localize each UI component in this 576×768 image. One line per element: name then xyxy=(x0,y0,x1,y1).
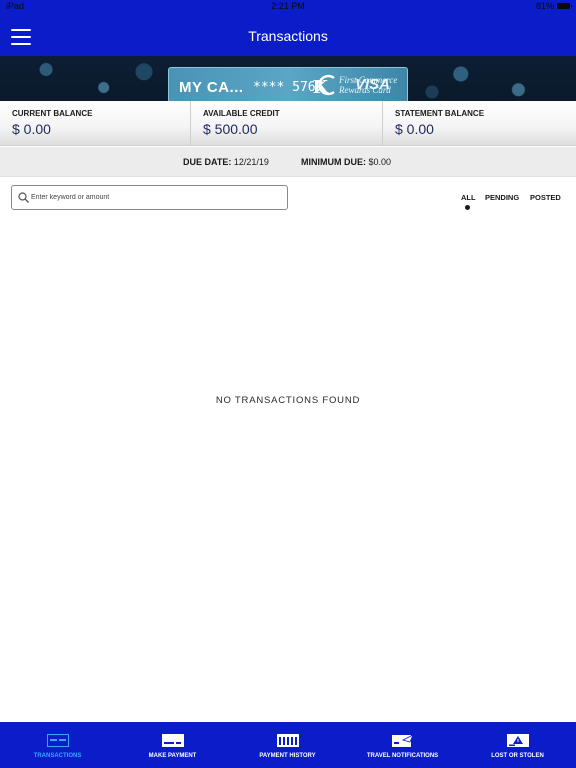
search-box[interactable] xyxy=(11,185,288,210)
battery-percent: 81% xyxy=(535,1,554,11)
page-title: Transactions xyxy=(248,28,328,44)
tab-make-payment[interactable]: MAKE PAYMENT xyxy=(115,722,230,768)
empty-state-message: NO TRANSACTIONS FOUND xyxy=(215,395,361,406)
current-balance-value: $ 0.00 xyxy=(12,121,51,137)
lost-or-stolen-icon xyxy=(507,734,529,747)
tab-label: TRAVEL NOTIFICATIONS xyxy=(366,753,439,759)
visa-logo: VISA xyxy=(355,76,391,93)
tab-travel-notifications[interactable]: TRAVEL NOTIFICATIONS xyxy=(345,722,460,768)
tab-label: LOST OR STOLEN xyxy=(491,753,544,759)
available-credit-label: AVAILABLE CREDIT xyxy=(203,109,280,118)
due-date-value: 12/21/19 xyxy=(233,157,269,167)
filter-posted[interactable]: POSTED xyxy=(530,193,561,202)
status-time: 2:21 PM xyxy=(271,1,305,11)
selected-filter-indicator xyxy=(465,205,470,210)
status-bar: iPad 2:21 PM 81% xyxy=(0,0,576,14)
search-input[interactable] xyxy=(31,189,281,206)
due-date: DUE DATE: 12/21/19 xyxy=(183,157,269,167)
tab-lost-or-stolen[interactable]: LOST OR STOLEN xyxy=(460,722,575,768)
available-credit-value: $ 500.00 xyxy=(203,121,258,137)
tab-label: TRANSACTIONS xyxy=(33,753,82,759)
card-selector[interactable]: MY CA... **** 5767 K First Commerce Rewa… xyxy=(168,67,408,101)
statement-balance-value: $ 0.00 xyxy=(395,121,434,137)
due-info-row: DUE DATE: 12/21/19 MINIMUM DUE: $0.00 xyxy=(0,147,576,177)
balances-row: CURRENT BALANCE $ 0.00 AVAILABLE CREDIT … xyxy=(0,101,576,146)
filter-pending[interactable]: PENDING xyxy=(485,193,519,202)
minimum-due: MINIMUM DUE: $0.00 xyxy=(301,157,391,167)
travel-notifications-icon xyxy=(392,734,414,747)
current-balance-label: CURRENT BALANCE xyxy=(12,109,93,118)
bottom-tab-bar: TRANSACTIONS MAKE PAYMENT PAYMENT HISTOR… xyxy=(0,722,576,768)
transactions-icon xyxy=(47,734,69,747)
minimum-due-label: MINIMUM DUE: xyxy=(301,157,366,167)
payment-history-icon xyxy=(277,734,299,747)
card-name: MY CA... xyxy=(179,79,244,96)
tab-payment-history[interactable]: PAYMENT HISTORY xyxy=(230,722,345,768)
search-icon xyxy=(18,192,29,203)
minimum-due-value: $0.00 xyxy=(368,157,392,167)
tab-transactions[interactable]: TRANSACTIONS xyxy=(0,722,115,768)
tab-label: MAKE PAYMENT xyxy=(148,753,197,759)
due-date-label: DUE DATE: xyxy=(183,157,232,167)
tab-label: PAYMENT HISTORY xyxy=(259,753,316,759)
filter-all[interactable]: ALL xyxy=(461,193,476,202)
make-payment-icon xyxy=(162,734,184,747)
statement-balance: STATEMENT BALANCE $ 0.00 xyxy=(383,101,576,146)
statement-balance-label: STATEMENT BALANCE xyxy=(395,109,485,118)
kc-logo-icon: K xyxy=(313,74,335,97)
current-balance: CURRENT BALANCE $ 0.00 xyxy=(0,101,191,146)
top-app-bar: iPad 2:21 PM 81% Transactions xyxy=(0,0,576,56)
available-credit: AVAILABLE CREDIT $ 500.00 xyxy=(191,101,383,146)
battery-icon xyxy=(557,3,572,9)
